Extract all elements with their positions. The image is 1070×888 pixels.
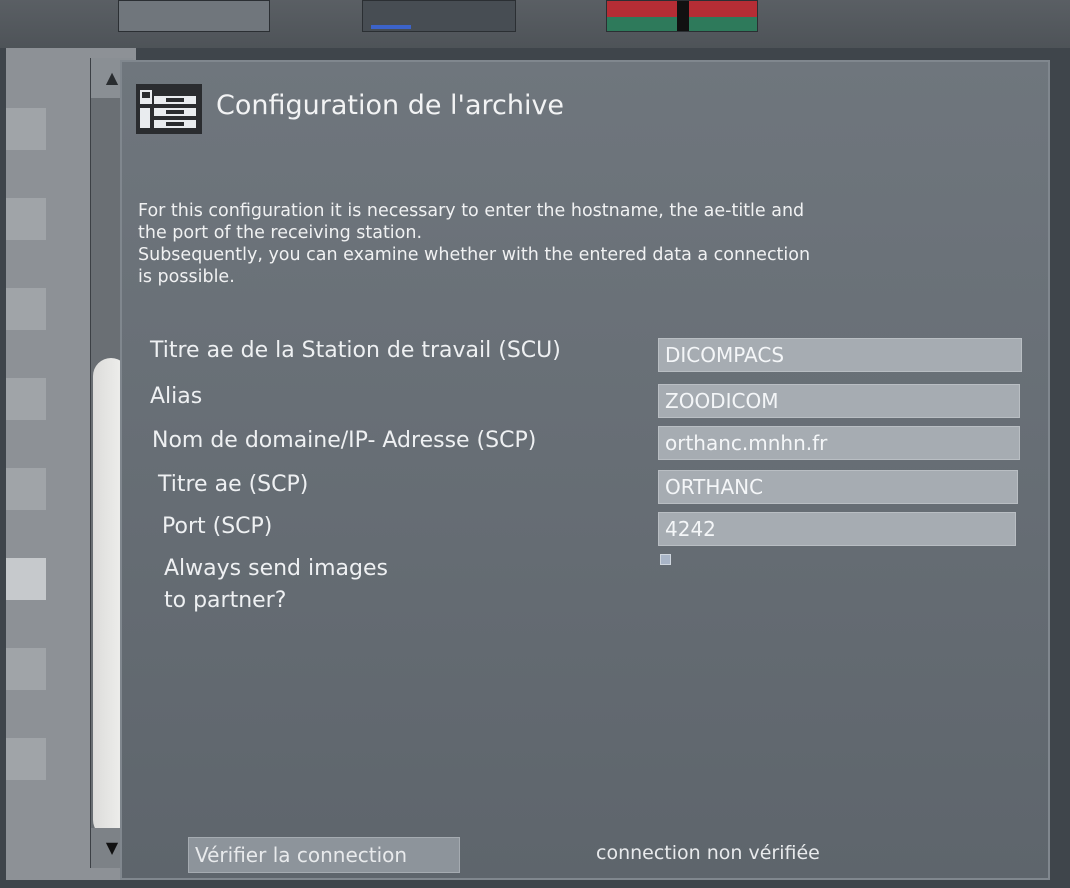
list-item[interactable] <box>6 648 46 690</box>
thumbnail-strip <box>0 0 1070 48</box>
list-item[interactable] <box>6 378 46 420</box>
workstation-ae-title-label: Titre ae de la Station de travail (SCU) <box>150 338 561 363</box>
alias-input[interactable] <box>658 384 1020 418</box>
port-input[interactable] <box>658 512 1016 546</box>
list-item[interactable] <box>6 198 46 240</box>
scp-ae-title-label: Titre ae (SCP) <box>158 472 309 497</box>
dialog-description: For this configuration it is necessary t… <box>138 200 1018 288</box>
always-send-label-line2: to partner? <box>164 588 287 613</box>
hostname-input[interactable] <box>658 426 1020 460</box>
description-line: Subsequently, you can examine whether wi… <box>138 245 811 265</box>
description-line: For this configuration it is necessary t… <box>138 201 805 221</box>
thumbnail-3[interactable] <box>606 0 758 32</box>
alias-label: Alias <box>150 384 203 409</box>
verify-connection-button[interactable]: Vérifier la connection <box>188 837 460 873</box>
scp-ae-title-input[interactable] <box>658 470 1018 504</box>
archive-configuration-dialog: Configuration de l'archive For this conf… <box>120 60 1050 880</box>
description-line: is possible. <box>138 267 235 287</box>
list-item[interactable] <box>6 288 46 330</box>
archive-config-icon <box>136 84 202 134</box>
list-item[interactable] <box>6 108 46 150</box>
port-label: Port (SCP) <box>162 514 273 539</box>
connection-status: connection non vérifiée <box>596 842 820 864</box>
thumbnail-2[interactable] <box>362 0 516 32</box>
thumbnail-indicator <box>371 25 411 29</box>
list-item[interactable] <box>6 738 46 780</box>
always-send-label: Always send images <box>164 556 388 581</box>
workstation-ae-title-input[interactable] <box>658 338 1022 372</box>
list-item[interactable] <box>6 558 46 600</box>
thumbnail-1[interactable] <box>118 0 270 32</box>
dialog-title: Configuration de l'archive <box>216 90 565 121</box>
list-item[interactable] <box>6 468 46 510</box>
hostname-label: Nom de domaine/IP- Adresse (SCP) <box>152 428 537 453</box>
always-send-checkbox[interactable] <box>660 554 671 565</box>
side-list-panel: ▲ ▼ <box>6 48 136 880</box>
description-line: the port of the receiving station. <box>138 223 423 243</box>
thumbnail-segment <box>677 1 689 31</box>
